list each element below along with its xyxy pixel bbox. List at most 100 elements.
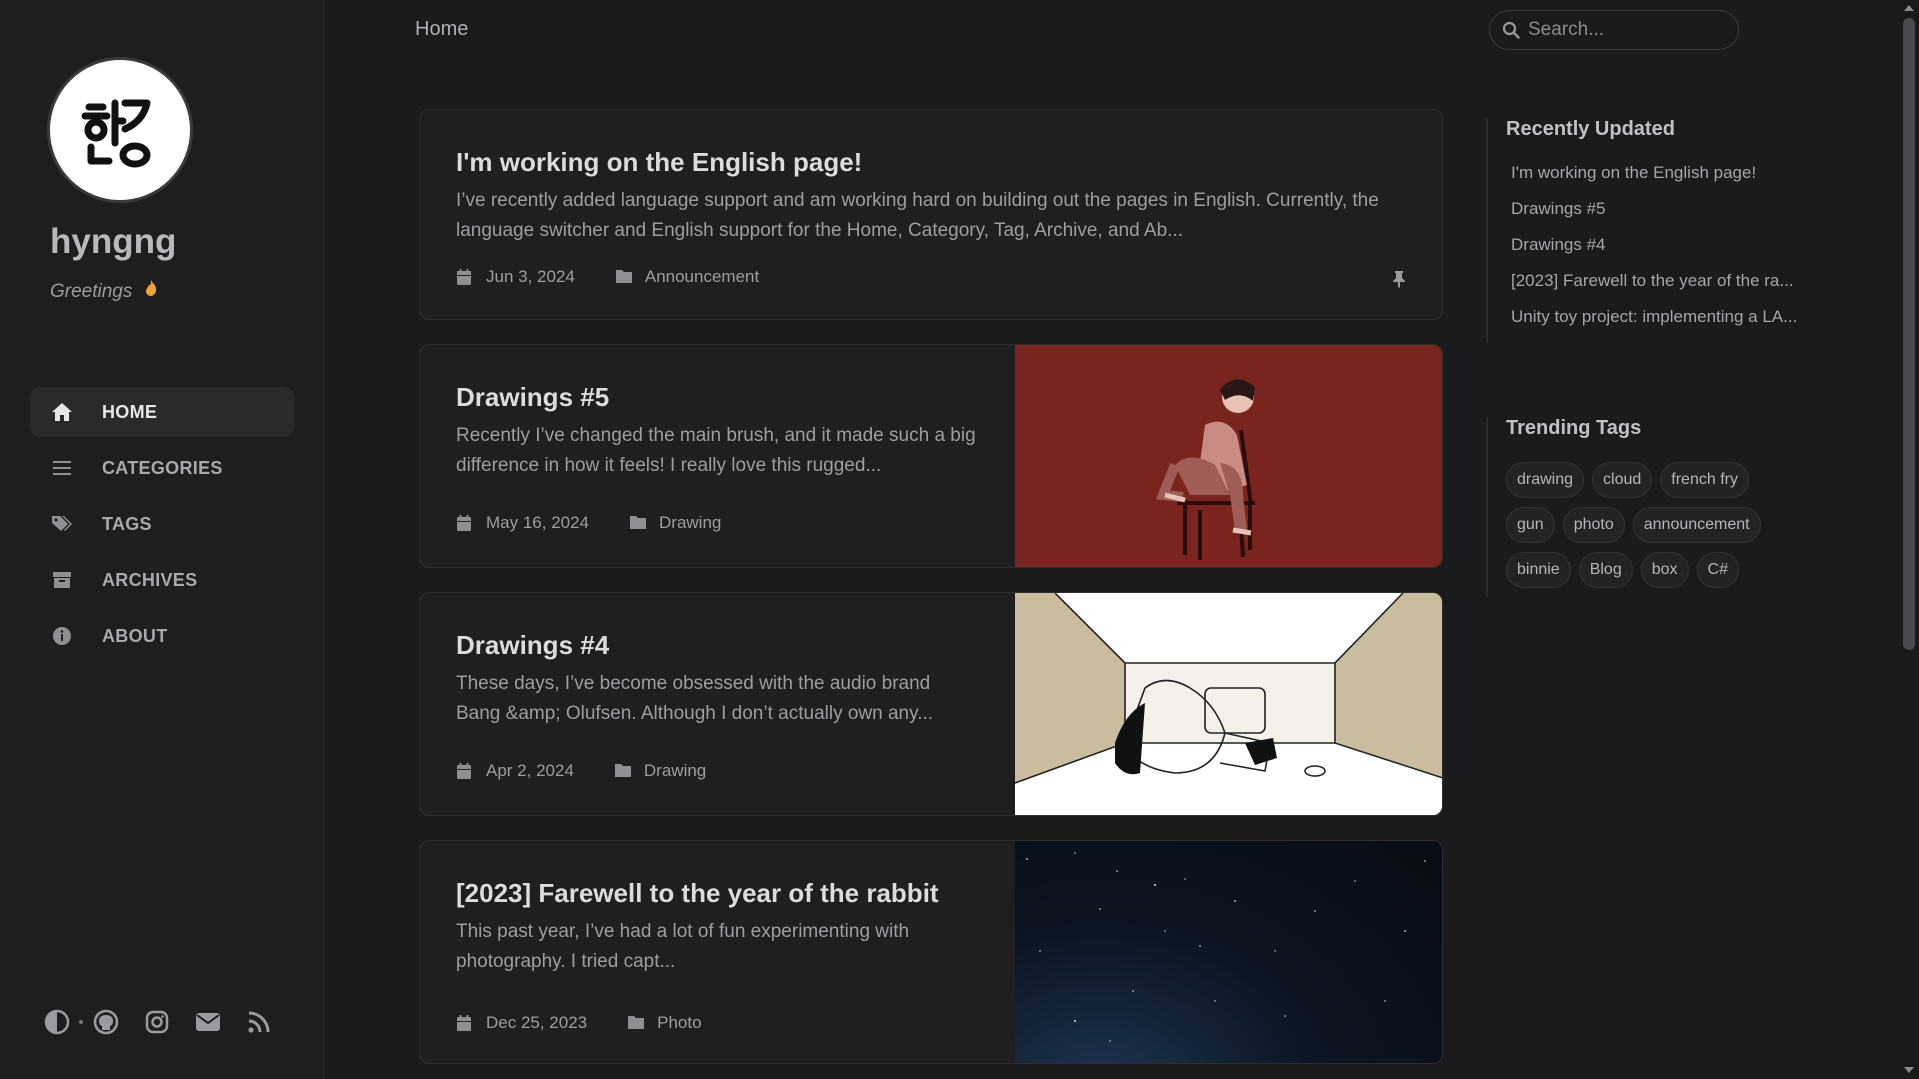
breadcrumb: Home — [415, 18, 469, 40]
tag-chip[interactable]: drawing — [1506, 462, 1585, 498]
post-card[interactable]: I'm working on the English page! I’ve re… — [419, 109, 1443, 320]
site-subtitle: Greetings — [50, 279, 158, 303]
post-card-body: [2023] Farewell to the year of the rabbi… — [420, 841, 1015, 1063]
post-title[interactable]: Drawings #4 — [456, 629, 979, 661]
calendar-icon — [456, 514, 474, 532]
tag-chip[interactable]: announcement — [1632, 507, 1761, 543]
instagram-icon — [145, 1010, 169, 1034]
github-icon — [93, 1009, 119, 1035]
scrollbar-thumb[interactable] — [1903, 18, 1915, 650]
post-meta: May 16, 2024 Drawing — [456, 513, 721, 533]
post-card-body: Drawings #5 Recently I’ve changed the ma… — [420, 345, 1015, 567]
nav-item-archives[interactable]: ARCHIVES — [30, 555, 294, 605]
page-scrollbar[interactable] — [1899, 0, 1919, 1079]
tag-chip[interactable]: Blog — [1578, 552, 1633, 588]
post-meta: Apr 2, 2024 Drawing — [456, 761, 706, 781]
site-subtitle-text: Greetings — [50, 281, 133, 302]
tag-chip[interactable]: cloud — [1592, 462, 1653, 498]
avatar[interactable] — [47, 57, 193, 203]
email-link[interactable] — [191, 1005, 225, 1039]
sidebar-bottom-links — [40, 1005, 293, 1039]
post-title[interactable]: [2023] Farewell to the year of the rabbi… — [456, 877, 979, 909]
post-date: Jun 3, 2024 — [486, 267, 575, 286]
tag-chip[interactable]: gun — [1506, 507, 1555, 543]
list-icon — [50, 456, 74, 480]
post-date: Apr 2, 2024 — [486, 761, 574, 780]
folder-icon — [614, 762, 632, 780]
pin-icon — [1392, 270, 1406, 293]
trending-tags: Trending Tags drawing cloud french fry g… — [1486, 417, 1826, 597]
recent-post-link[interactable]: Unity toy project: implementing a LA... — [1506, 307, 1826, 343]
tags-icon — [50, 512, 74, 536]
recent-post-link[interactable]: [2023] Farewell to the year of the ra... — [1506, 271, 1826, 307]
tag-chip[interactable]: binnie — [1506, 552, 1571, 588]
calendar-icon — [456, 762, 474, 780]
recently-updated: Recently Updated I'm working on the Engl… — [1486, 118, 1826, 343]
scroll-up-arrow-icon[interactable] — [1904, 5, 1914, 11]
flame-icon — [138, 280, 157, 302]
recent-post-link[interactable]: I'm working on the English page! — [1506, 163, 1826, 199]
recent-post-link[interactable]: Drawings #4 — [1506, 235, 1826, 271]
instagram-link[interactable] — [140, 1005, 174, 1039]
post-category[interactable]: Drawing — [659, 513, 721, 533]
post-card[interactable]: [2023] Farewell to the year of the rabbi… — [419, 840, 1443, 1064]
rss-link[interactable] — [242, 1005, 276, 1039]
site-title[interactable]: hyngng — [50, 222, 176, 262]
scroll-down-arrow-icon[interactable] — [1904, 1067, 1914, 1073]
search-input[interactable] — [1528, 19, 1728, 41]
post-category[interactable]: Drawing — [644, 761, 706, 781]
nav-item-label: TAGS — [102, 513, 152, 534]
tag-chip[interactable]: box — [1640, 552, 1689, 588]
post-category[interactable]: Announcement — [645, 267, 759, 287]
post-excerpt: This past year, I’ve had a lot of fun ex… — [456, 921, 910, 972]
home-icon — [50, 400, 74, 424]
nav-item-about[interactable]: ABOUT — [30, 611, 294, 661]
folder-icon — [629, 514, 647, 532]
folder-icon — [627, 1014, 645, 1032]
post-meta: Dec 25, 2023 Photo — [456, 1013, 702, 1033]
post-category[interactable]: Photo — [657, 1013, 701, 1033]
trending-tags-heading: Trending Tags — [1506, 417, 1642, 439]
nav-item-tags[interactable]: TAGS — [30, 499, 294, 549]
calendar-icon — [456, 1014, 474, 1032]
post-card-body: Drawings #4 These days, I’ve become obse… — [420, 593, 1015, 815]
github-link[interactable] — [89, 1005, 123, 1039]
email-icon — [196, 1013, 220, 1031]
separator-dot — [79, 1020, 83, 1024]
calendar-icon — [456, 268, 474, 286]
nav-item-label: ARCHIVES — [102, 569, 198, 590]
post-card-body: I'm working on the English page! I’ve re… — [420, 110, 1442, 319]
main-nav: HOME CATEGORIES TAGS ARCHIVES ABOUT — [30, 387, 294, 667]
post-list: I'm working on the English page! I’ve re… — [419, 109, 1443, 1079]
nav-item-label: CATEGORIES — [102, 457, 223, 478]
tag-list: drawing cloud french fry gun photo annou… — [1506, 462, 1806, 597]
post-title[interactable]: Drawings #5 — [456, 381, 979, 413]
tag-chip[interactable]: french fry — [1660, 462, 1749, 498]
recently-updated-heading: Recently Updated — [1506, 118, 1675, 140]
theme-toggle-icon — [44, 1009, 70, 1035]
nav-item-label: ABOUT — [102, 625, 168, 646]
archive-icon — [50, 568, 74, 592]
avatar-logo-icon — [81, 99, 151, 168]
theme-toggle-button[interactable] — [40, 1005, 74, 1039]
nav-item-home[interactable]: HOME — [30, 387, 294, 437]
recent-post-link[interactable]: Drawings #5 — [1506, 199, 1826, 235]
folder-icon — [615, 268, 633, 286]
post-card[interactable]: Drawings #5 Recently I’ve changed the ma… — [419, 344, 1443, 568]
right-panel: Recently Updated I'm working on the Engl… — [1486, 118, 1826, 597]
post-thumbnail-drawing-sketch[interactable] — [1015, 593, 1442, 815]
info-icon — [50, 624, 74, 648]
post-meta: Jun 3, 2024 Announcement — [456, 267, 759, 287]
post-thumbnail-drawing-red[interactable] — [1015, 345, 1442, 567]
tag-chip[interactable]: photo — [1562, 507, 1625, 543]
post-thumbnail-photo-night-sky[interactable] — [1015, 841, 1442, 1063]
post-excerpt: These days, I’ve become obsessed with th… — [456, 673, 934, 724]
post-date: Dec 25, 2023 — [486, 1013, 588, 1032]
post-date: May 16, 2024 — [486, 513, 590, 532]
rss-icon — [248, 1011, 270, 1033]
tag-chip[interactable]: C# — [1696, 552, 1739, 588]
nav-item-categories[interactable]: CATEGORIES — [30, 443, 294, 493]
post-title[interactable]: I'm working on the English page! — [456, 146, 1406, 178]
post-card[interactable]: Drawings #4 These days, I’ve become obse… — [419, 592, 1443, 816]
search-box[interactable] — [1489, 10, 1739, 50]
